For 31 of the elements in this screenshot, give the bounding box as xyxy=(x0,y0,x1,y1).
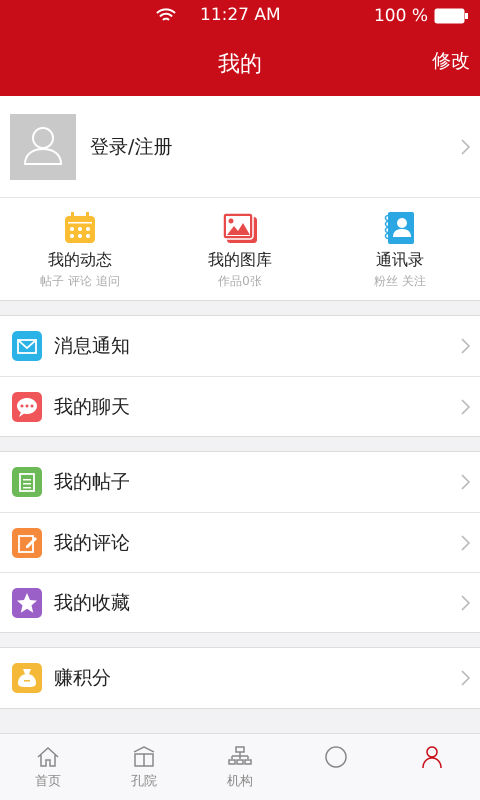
battery-icon xyxy=(434,8,468,24)
battery-percent: 100 % xyxy=(374,6,428,26)
chevron-icon xyxy=(460,138,470,154)
money-bag-icon xyxy=(12,663,42,693)
envelope-icon xyxy=(12,331,42,361)
notepad-icon xyxy=(12,467,42,497)
calendar-icon xyxy=(62,210,98,246)
shortcut-title[interactable]: 我的动态 xyxy=(48,250,112,271)
pencil-note-icon xyxy=(12,528,42,558)
shortcut-subtitle: 作品0张 xyxy=(218,273,262,290)
page-title: 我的 xyxy=(218,51,262,79)
status-time: 11:27 AM xyxy=(200,5,281,25)
chevron-icon xyxy=(460,670,470,686)
chat-bubble-icon xyxy=(12,392,42,422)
shortcut-title[interactable]: 通讯录 xyxy=(376,250,424,271)
chevron-icon xyxy=(460,338,470,354)
menu-item[interactable]: 我的评论 xyxy=(54,530,460,556)
shortcut-title[interactable]: 我的图库 xyxy=(208,250,272,271)
menu-item[interactable]: 消息通知 xyxy=(54,333,460,359)
menu-item[interactable]: 我的帖子 xyxy=(54,469,460,495)
avatar-placeholder xyxy=(10,114,76,180)
shortcut-subtitle: 粉丝 关注 xyxy=(374,273,426,290)
chevron-icon xyxy=(460,398,470,414)
chevron-icon xyxy=(460,474,470,490)
chevron-icon xyxy=(460,594,470,610)
edit-button[interactable]: 修改 xyxy=(432,48,470,74)
login-link[interactable]: 登录/注册 xyxy=(90,134,460,160)
shortcut-subtitle: 帖子 评论 追问 xyxy=(40,273,120,290)
menu-item[interactable]: 我的聊天 xyxy=(54,394,460,420)
menu-item[interactable]: 我的收藏 xyxy=(54,590,460,616)
chevron-icon xyxy=(460,534,470,550)
